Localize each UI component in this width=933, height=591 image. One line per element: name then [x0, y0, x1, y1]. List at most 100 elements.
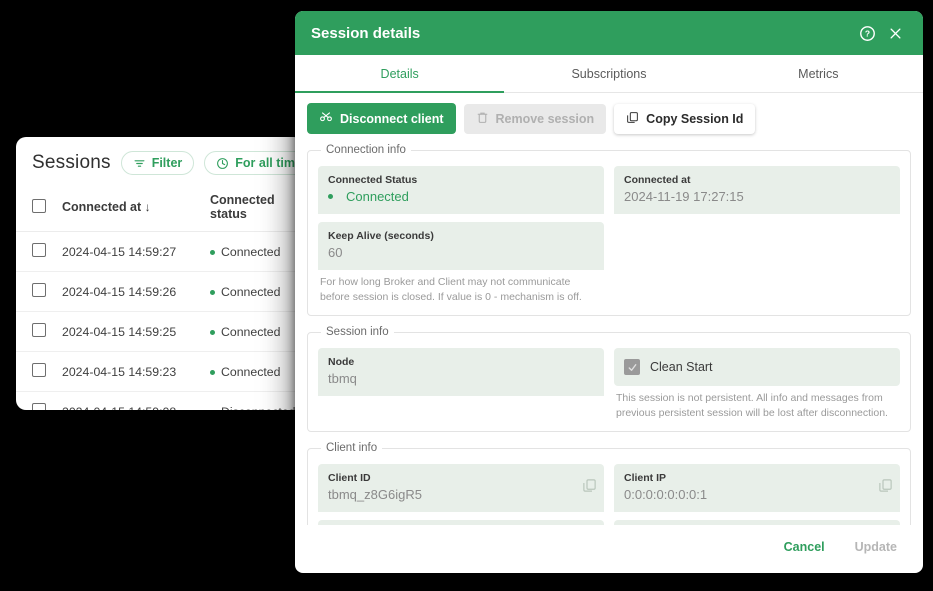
- connected-status-label: Connected Status: [328, 174, 418, 186]
- filter-button-label: Filter: [151, 156, 183, 170]
- status-dot-icon: [210, 249, 215, 255]
- row-checkbox[interactable]: [32, 283, 46, 297]
- dialog-action-bar: Disconnect client Remove session Copy Se…: [295, 93, 923, 142]
- row-checkbox[interactable]: [32, 243, 46, 257]
- connected-at-cell: Connected at 2024-11-19 17:27:15: [614, 166, 900, 214]
- remove-session-button: Remove session: [463, 103, 607, 134]
- cell-connected-status: Connected: [210, 311, 304, 352]
- row-checkbox[interactable]: [32, 403, 46, 410]
- update-button: Update: [843, 533, 909, 561]
- status-badge: Connected: [221, 244, 281, 259]
- tab-metrics[interactable]: Metrics: [714, 55, 923, 92]
- dialog-footer: Cancel Update: [295, 525, 923, 573]
- table-row[interactable]: 2024-04-15 14:59:08 Disconnected: [16, 391, 304, 411]
- cell-connected-status: Connected: [210, 351, 304, 392]
- status-dot-icon: [328, 194, 333, 199]
- svg-text:?: ?: [864, 28, 869, 38]
- row-select-cell[interactable]: [16, 351, 62, 392]
- status-badge: Connected: [221, 364, 281, 379]
- client-info-group: Client info Client ID tbmq_z8G6igR5 Clie…: [307, 442, 911, 525]
- connection-info-group: Connection info Connected Status Connect…: [307, 144, 911, 316]
- connected-status-cell: Connected Status Connected: [318, 166, 604, 214]
- tab-subscriptions[interactable]: Subscriptions: [504, 55, 713, 92]
- connected-at-field: Connected at 2024-11-19 17:27:15: [614, 166, 900, 214]
- column-header-connected-status[interactable]: Connected status: [210, 185, 304, 232]
- connected-status-value-row: Connected: [328, 187, 594, 206]
- row-select-cell[interactable]: [16, 271, 62, 312]
- tab-details[interactable]: Details: [295, 55, 505, 93]
- client-info-legend: Client info: [326, 442, 378, 454]
- clock-icon: [216, 157, 229, 170]
- connected-status-value: Connected: [346, 189, 409, 204]
- status-badge: Connected: [221, 284, 281, 299]
- copy-session-id-button[interactable]: Copy Session Id: [614, 103, 756, 134]
- dialog-title: Session details: [311, 24, 421, 42]
- cell-connected-at: 2024-04-15 14:59:23: [62, 351, 210, 392]
- clean-start-checkbox[interactable]: [624, 359, 640, 375]
- node-label: Node: [328, 356, 355, 368]
- client-ip-actions: [878, 478, 893, 498]
- select-all-header[interactable]: [16, 185, 62, 232]
- clean-start-field[interactable]: Clean Start: [614, 348, 900, 386]
- clean-start-label: Clean Start: [650, 360, 713, 374]
- cell-connected-at: 2024-04-15 14:59:27: [62, 231, 210, 272]
- trash-icon: [476, 111, 489, 127]
- table-row[interactable]: 2024-04-15 14:59:27 Connected: [16, 231, 304, 272]
- connection-info-legend: Connection info: [326, 144, 406, 156]
- node-value: tbmq: [328, 371, 357, 386]
- close-icon[interactable]: [881, 19, 909, 47]
- table-row[interactable]: 2024-04-15 14:59:25 Connected: [16, 311, 304, 352]
- row-checkbox[interactable]: [32, 363, 46, 377]
- column-header-connected-at[interactable]: Connected at ↓: [62, 185, 210, 232]
- row-select-cell[interactable]: [16, 311, 62, 352]
- client-id-field: Client ID tbmq_z8G6igR5: [318, 464, 604, 512]
- client-id-actions: [582, 478, 597, 498]
- copy-session-id-button-label: Copy Session Id: [646, 111, 744, 126]
- connected-at-value: 2024-11-19 17:27:15: [624, 189, 744, 204]
- disconnect-client-button-label: Disconnect client: [340, 111, 444, 126]
- filter-button[interactable]: Filter: [120, 151, 195, 175]
- cancel-button[interactable]: Cancel: [772, 533, 837, 561]
- disconnect-client-button[interactable]: Disconnect client: [307, 103, 456, 134]
- copy-icon[interactable]: [878, 478, 893, 498]
- session-details-dialog: Session details ? Details Subscriptions …: [295, 11, 923, 573]
- sessions-table: Connected at ↓ Connected status 2024-04-…: [16, 185, 304, 410]
- client-ip-label: Client IP: [624, 472, 667, 484]
- clean-start-cell: Clean Start This session is not persiste…: [614, 348, 900, 421]
- status-dot-icon: [210, 369, 215, 375]
- cell-connected-at: 2024-04-15 14:59:08: [62, 391, 210, 410]
- dialog-tabs: Details Subscriptions Metrics: [295, 55, 923, 93]
- session-info-legend: Session info: [326, 326, 389, 338]
- row-select-cell[interactable]: [16, 391, 62, 410]
- select-all-checkbox[interactable]: [32, 198, 46, 213]
- filter-icon: [133, 157, 146, 170]
- remove-session-button-label: Remove session: [495, 111, 595, 126]
- time-range-button-label: For all time: [235, 156, 302, 170]
- sort-desc-icon[interactable]: ↓: [145, 200, 151, 214]
- time-range-button[interactable]: For all time: [204, 151, 304, 175]
- clean-start-hint: This session is not persistent. All info…: [616, 392, 888, 419]
- table-row[interactable]: 2024-04-15 14:59:26 Connected: [16, 271, 304, 312]
- screen: Sessions Filter For all time Connected a…: [0, 0, 933, 591]
- row-checkbox[interactable]: [32, 323, 46, 337]
- status-badge: Connected: [221, 324, 281, 339]
- help-icon[interactable]: ?: [853, 19, 881, 47]
- status-badge: Disconnected: [221, 405, 296, 411]
- row-select-cell[interactable]: [16, 231, 62, 272]
- table-row[interactable]: 2024-04-15 14:59:23 Connected: [16, 351, 304, 392]
- disconnect-icon: [319, 110, 333, 127]
- keep-alive-label: Keep Alive (seconds): [328, 230, 434, 242]
- connection-info-grid: Connected Status Connected Connected at …: [318, 166, 900, 305]
- node-cell: Node tbmq: [318, 348, 604, 421]
- page-title: Sessions: [32, 152, 111, 173]
- cell-connected-status: Disconnected: [210, 391, 304, 411]
- client-type-field: Client Type Device: [318, 520, 604, 525]
- keep-alive-field[interactable]: Keep Alive (seconds) 60: [318, 222, 604, 270]
- sessions-table-body: 2024-04-15 14:59:27 Connected 2024-04-15…: [16, 231, 304, 411]
- client-info-grid: Client ID tbmq_z8G6igR5 Client IP 0:0:0:…: [318, 464, 900, 525]
- client-id-value: tbmq_z8G6igR5: [328, 487, 422, 502]
- copy-icon[interactable]: [582, 478, 597, 498]
- cell-connected-status: Connected: [210, 231, 304, 272]
- connected-at-label: Connected at: [624, 174, 691, 186]
- keep-alive-hint: For how long Broker and Client may not c…: [320, 276, 582, 303]
